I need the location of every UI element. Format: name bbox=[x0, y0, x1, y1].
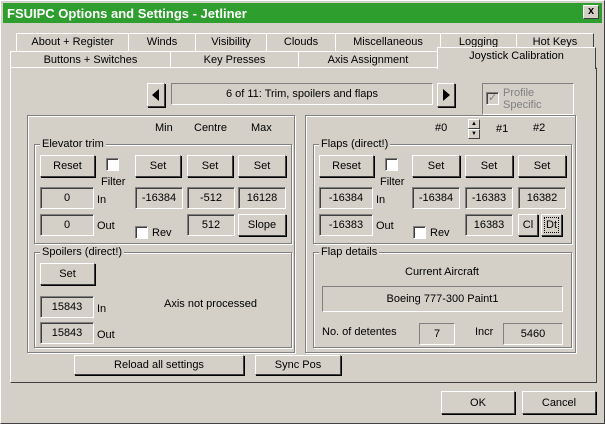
aircraft-name: Boeing 777-300 Paint1 bbox=[322, 286, 563, 312]
check-icon: ✓ bbox=[488, 92, 498, 104]
current-aircraft-label: Current Aircraft bbox=[405, 266, 479, 278]
elevator-centre-value: -512 bbox=[187, 187, 235, 209]
flaps-filter-checkbox[interactable] bbox=[385, 158, 398, 171]
axis-spin-up-button[interactable]: ▲ bbox=[468, 119, 480, 129]
axis-2-header: #2 bbox=[533, 122, 546, 134]
spoilers-out-label: Out bbox=[97, 329, 115, 341]
profile-specific-checkbox[interactable]: ✓ bbox=[486, 92, 499, 105]
elevator-slope-button[interactable]: Slope bbox=[238, 214, 286, 236]
tab-visibility[interactable]: Visibility bbox=[195, 33, 267, 51]
detentes-label: No. of detentes bbox=[322, 326, 397, 338]
centre-header: Centre bbox=[194, 122, 228, 134]
tab-joystick-calibration[interactable]: Joystick Calibration bbox=[437, 47, 596, 69]
elevator-in-value: 0 bbox=[40, 187, 94, 209]
flaps-title: Flaps (direct!) bbox=[319, 138, 391, 150]
tab-clouds[interactable]: Clouds bbox=[266, 33, 336, 51]
cancel-button[interactable]: Cancel bbox=[522, 391, 596, 414]
flaps-set3-button[interactable]: Set bbox=[518, 155, 566, 177]
elevator-reset-button[interactable]: Reset bbox=[40, 155, 95, 177]
flaps-rev-label: Rev bbox=[430, 227, 450, 239]
flaps-dt-button[interactable]: Dt bbox=[541, 214, 562, 236]
flaps-set1-button[interactable]: Set bbox=[412, 155, 460, 177]
next-page-button[interactable] bbox=[437, 83, 455, 107]
flaps-out-label: Out bbox=[376, 220, 394, 232]
flaps-value-3: 16382 bbox=[518, 187, 566, 209]
detentes-value: 7 bbox=[419, 323, 455, 345]
tab-about-register[interactable]: About + Register bbox=[16, 33, 129, 51]
arrow-right-icon bbox=[443, 89, 450, 101]
flaps-out-value: -16383 bbox=[319, 214, 373, 236]
profile-specific-label: Profile Specific bbox=[503, 87, 542, 111]
elevator-rev-checkbox[interactable] bbox=[135, 226, 148, 239]
elevator-max-value: 16128 bbox=[238, 187, 286, 209]
flaps-value-1: -16384 bbox=[412, 187, 460, 209]
axis-1-header: #1 bbox=[496, 123, 509, 135]
elevator-filter-checkbox[interactable] bbox=[106, 158, 119, 171]
max-header: Max bbox=[251, 122, 272, 134]
elevator-set-centre-button[interactable]: Set bbox=[187, 155, 233, 177]
tab-miscellaneous[interactable]: Miscellaneous bbox=[335, 33, 441, 51]
elevator-min-value: -16384 bbox=[135, 187, 183, 209]
elevator-set-min-button[interactable]: Set bbox=[135, 155, 181, 177]
elevator-filter-label: Filter bbox=[101, 176, 126, 188]
flaps-rev-checkbox[interactable] bbox=[413, 226, 426, 239]
spoilers-in-value: 15843 bbox=[40, 296, 94, 318]
prev-page-button[interactable] bbox=[147, 83, 165, 107]
flaps-in-label: In bbox=[376, 194, 386, 206]
incr-value: 5460 bbox=[503, 323, 563, 345]
flaps-set2-button[interactable]: Set bbox=[465, 155, 513, 177]
elevator-centre2-value: 512 bbox=[187, 214, 235, 236]
axis-0-header: #0 bbox=[435, 122, 448, 134]
flaps-value-4: 16383 bbox=[465, 214, 513, 236]
tab-winds[interactable]: Winds bbox=[128, 33, 196, 51]
elevator-in-label: In bbox=[97, 194, 107, 206]
arrow-left-icon bbox=[152, 89, 159, 101]
elevator-out-value: 0 bbox=[40, 214, 94, 236]
flaps-in-value: -16384 bbox=[319, 187, 373, 209]
title-bar: FSUIPC Options and Settings - Jetliner x bbox=[3, 3, 602, 23]
incr-label: Incr bbox=[475, 326, 494, 338]
spoilers-in-label: In bbox=[97, 303, 107, 315]
sync-pos-button[interactable]: Sync Pos bbox=[255, 355, 341, 375]
elevator-set-max-button[interactable]: Set bbox=[238, 155, 286, 177]
flaps-cl-button[interactable]: Cl bbox=[518, 214, 538, 236]
elevator-rev-label: Rev bbox=[152, 227, 172, 239]
reload-all-settings-button[interactable]: Reload all settings bbox=[74, 355, 244, 375]
window-title: FSUIPC Options and Settings - Jetliner bbox=[7, 5, 247, 21]
ok-button[interactable]: OK bbox=[441, 391, 515, 414]
flaps-reset-button[interactable]: Reset bbox=[319, 155, 374, 177]
elevator-trim-title: Elevator trim bbox=[40, 138, 106, 150]
close-button[interactable]: x bbox=[583, 5, 599, 19]
spoilers-set-button[interactable]: Set bbox=[40, 263, 95, 285]
window: FSUIPC Options and Settings - Jetliner x… bbox=[0, 0, 605, 424]
flaps-value-2: -16383 bbox=[465, 187, 513, 209]
spoilers-title: Spoilers (direct!) bbox=[40, 246, 125, 258]
flap-details-title: Flap details bbox=[319, 246, 380, 258]
page-indicator: 6 of 11: Trim, spoilers and flaps bbox=[171, 83, 433, 105]
spoilers-out-value: 15843 bbox=[40, 322, 94, 344]
elevator-out-label: Out bbox=[97, 220, 115, 232]
axis-spin-down-button[interactable]: ▼ bbox=[468, 129, 480, 139]
flaps-filter-label: Filter bbox=[380, 176, 405, 188]
spoilers-status: Axis not processed bbox=[164, 298, 257, 310]
min-header: Min bbox=[155, 122, 173, 134]
